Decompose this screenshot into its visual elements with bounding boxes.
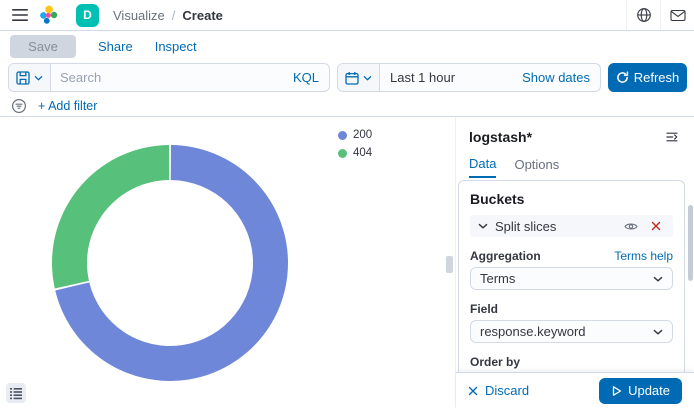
discard-label: Discard	[485, 383, 529, 398]
time-range-value[interactable]: Last 1 hour	[380, 70, 512, 85]
collapse-panel-button[interactable]	[662, 127, 682, 147]
split-slices-row[interactable]: Split slices	[470, 215, 673, 237]
visualization-editor-panel: logstash* Data Options Buckets Split sli…	[455, 117, 694, 408]
breadcrumb-separator: /	[172, 8, 176, 23]
panel-body: Buckets Split slices	[458, 174, 685, 372]
donut-slice-404[interactable]	[52, 145, 169, 288]
legend-toggle-button[interactable]	[6, 383, 26, 403]
main-content: 200 404 logstash*	[0, 117, 694, 408]
breadcrumb-create: Create	[182, 8, 222, 23]
discard-button[interactable]: Discard	[468, 383, 529, 398]
legend-item-200[interactable]: 200	[338, 129, 372, 141]
inspect-button[interactable]: Inspect	[155, 39, 197, 54]
search-input[interactable]	[51, 64, 283, 91]
filter-bar: + Add filter	[0, 95, 694, 117]
refresh-icon	[616, 71, 629, 84]
save-query-icon	[16, 71, 30, 85]
legend-label: 404	[353, 147, 372, 159]
breadcrumb: Visualize / Create	[113, 8, 223, 23]
close-icon	[468, 386, 478, 396]
refresh-button[interactable]: Refresh	[608, 63, 687, 92]
order-by-label: Order by	[470, 355, 520, 369]
update-button[interactable]: Update	[599, 378, 682, 404]
aggregation-label: Aggregation	[470, 249, 541, 263]
buckets-card: Buckets Split slices	[458, 180, 685, 372]
newsfeed-button[interactable]	[660, 0, 694, 30]
legend-dot	[338, 149, 347, 158]
legend-dot	[338, 131, 347, 140]
hamburger-icon	[12, 8, 28, 22]
calendar-icon	[345, 71, 359, 85]
remove-bucket-button[interactable]	[647, 217, 665, 235]
globe-icon	[636, 7, 652, 23]
terms-help-link[interactable]: Terms help	[614, 249, 673, 263]
legend-item-404[interactable]: 404	[338, 147, 372, 159]
search-bar: KQL	[8, 63, 330, 92]
refresh-label: Refresh	[634, 70, 680, 85]
header-right-actions	[626, 0, 694, 30]
aggregation-value: Terms	[480, 271, 515, 286]
aggregation-field-block: Aggregation Terms help Terms	[470, 249, 673, 290]
field-field-block: Field response.keyword	[470, 302, 673, 343]
play-icon	[611, 385, 622, 397]
chevron-down-icon	[653, 276, 663, 282]
panel-header: logstash*	[456, 117, 694, 147]
elastic-logo-icon	[39, 5, 59, 25]
header-bar: D Visualize / Create	[0, 0, 694, 31]
saved-query-menu[interactable]	[9, 64, 51, 91]
panel-resize-handle[interactable]	[446, 256, 453, 273]
elastic-logo[interactable]	[34, 0, 64, 30]
split-slices-label: Split slices	[495, 219, 615, 234]
visualize-toolbar: Save Share Inspect	[0, 31, 694, 62]
donut-chart-svg	[52, 145, 288, 381]
visualization-area: 200 404	[0, 117, 455, 408]
eye-icon	[624, 222, 638, 231]
query-bar: KQL Last 1 hour Show dates Refresh	[0, 62, 694, 95]
field-label: Field	[470, 302, 498, 316]
add-filter-button[interactable]: + Add filter	[38, 99, 97, 113]
envelope-icon	[670, 9, 686, 22]
chevron-down-icon	[34, 75, 43, 81]
breadcrumb-visualize[interactable]: Visualize	[113, 8, 165, 23]
index-pattern-title: logstash*	[469, 129, 532, 145]
chart-legend: 200 404	[338, 129, 372, 159]
legend-label: 200	[353, 129, 372, 141]
field-value: response.keyword	[480, 324, 586, 339]
chevron-down-icon	[363, 75, 372, 81]
chevron-down-icon	[478, 223, 488, 229]
aggregation-select[interactable]: Terms	[470, 267, 673, 290]
panel-scrollbar[interactable]	[688, 205, 693, 281]
donut-chart	[52, 145, 288, 381]
help-menu-button[interactable]	[626, 0, 660, 30]
filter-icon[interactable]	[11, 98, 27, 114]
save-button[interactable]: Save	[10, 35, 76, 58]
order-by-field-block: Order by Metric: Count	[470, 355, 673, 372]
list-icon	[10, 387, 22, 400]
show-dates-button[interactable]: Show dates	[512, 70, 600, 85]
buckets-title: Buckets	[470, 191, 673, 207]
date-picker: Last 1 hour Show dates	[337, 63, 601, 92]
date-quick-menu[interactable]	[338, 64, 380, 91]
kibana-visualize-app: D Visualize / Create Save Share Inspect	[0, 0, 694, 408]
panel-footer: Discard Update	[456, 372, 694, 408]
space-badge[interactable]: D	[76, 4, 99, 27]
query-language-switcher[interactable]: KQL	[283, 70, 329, 85]
toggle-visibility-button[interactable]	[622, 217, 640, 235]
update-label: Update	[628, 383, 670, 398]
collapse-panel-icon	[665, 130, 679, 144]
field-select[interactable]: response.keyword	[470, 320, 673, 343]
share-button[interactable]: Share	[98, 39, 133, 54]
close-icon	[651, 221, 661, 231]
chevron-down-icon	[653, 329, 663, 335]
menu-button[interactable]	[6, 0, 34, 30]
